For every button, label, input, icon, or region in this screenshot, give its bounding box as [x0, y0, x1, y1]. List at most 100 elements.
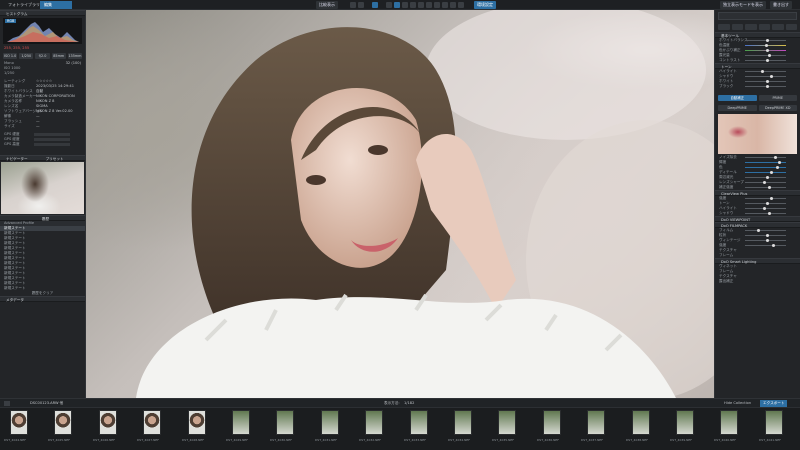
thumbnail[interactable] [632, 410, 650, 435]
clear-history-button[interactable]: 履歴をクリア [0, 291, 85, 296]
mode-aperture[interactable]: f/2.0 [35, 53, 50, 59]
view-mode-label: 表示方法: [384, 401, 400, 405]
thumbnail-label: DST_4027.NEF [137, 438, 160, 442]
perspective-icon[interactable] [426, 2, 432, 8]
thumbnail[interactable] [543, 410, 561, 435]
thumbnail[interactable] [232, 410, 250, 435]
thumbnail[interactable] [276, 410, 294, 435]
thumbnail[interactable] [454, 410, 472, 435]
thumbnail-label: DST_4028.NEF [182, 438, 205, 442]
histogram: RGB [3, 18, 82, 44]
tab-edit[interactable]: 編集 [40, 1, 72, 9]
tab-photo-library[interactable]: フォトライブラリ [4, 1, 44, 9]
repair-icon[interactable] [402, 2, 408, 8]
thumbnail-label: DST_4031.NEF [315, 438, 338, 442]
thumbnail[interactable] [143, 410, 161, 435]
local-icon[interactable] [785, 24, 797, 30]
detail-icon[interactable] [758, 24, 770, 30]
thumbnail[interactable] [10, 410, 28, 435]
filter-icon[interactable] [4, 401, 10, 406]
thumbnail[interactable] [99, 410, 117, 435]
preferences-button[interactable]: 環境設定 [474, 1, 496, 9]
tab-prime[interactable]: PRIME [758, 95, 797, 101]
color-icon[interactable] [745, 24, 757, 30]
exif-modes: ISO 1.0 1/250 f/2.0 85mm 135mm [0, 51, 85, 61]
gps-row: GPS 高度 [0, 142, 85, 147]
detail-row[interactable]: 補正強度 [715, 185, 800, 190]
horizon-icon[interactable] [418, 2, 424, 8]
hand-icon[interactable] [372, 2, 378, 8]
mode-lens[interactable]: 135mm [67, 53, 83, 59]
mode-focal[interactable]: 85mm [51, 53, 66, 59]
histogram-graph [7, 22, 79, 42]
thumbnail-label: DST_4037.NEF [581, 438, 604, 442]
rotate-icon[interactable] [458, 2, 464, 8]
favorite-icon[interactable] [718, 24, 730, 30]
navigator-preview[interactable] [1, 162, 84, 214]
histogram-header[interactable]: ヒストグラム [0, 10, 85, 16]
export-button[interactable]: 書き出す [770, 1, 792, 9]
left-panel: ヒストグラム RGB 255, 255, 255 ISO 1.0 1/250 f… [0, 10, 86, 398]
right-panel: 基本ツール ホワイトバランス 色温度 色かぶり補正 露光量 コントラスト トーン… [714, 10, 800, 398]
info-row: 1/250 [4, 71, 15, 75]
tab-auto-correct[interactable]: 自動補正 [718, 95, 757, 101]
thumbnail-label: DST_4039.NEF [670, 438, 693, 442]
denoise-tabs: 自動補正 PRIME [715, 93, 800, 103]
thumbnail[interactable] [587, 410, 605, 435]
deepprime-xd-option[interactable]: DeepPRIME XD [758, 105, 797, 111]
geometry-icon[interactable] [772, 24, 784, 30]
thumbnail[interactable] [188, 410, 206, 435]
navigator-header[interactable]: ナビゲーター プリセット [0, 155, 85, 161]
local-adjust-icon[interactable] [410, 2, 416, 8]
rgb-values: 255, 255, 255 [4, 46, 30, 50]
tone-row[interactable]: ブラック [715, 84, 800, 89]
zoom-icon[interactable] [386, 2, 392, 8]
hide-collection-button[interactable]: Hide Collection [724, 400, 751, 407]
thumbnail-label: DST_4038.NEF [626, 438, 649, 442]
basic-row[interactable]: コントラスト [715, 58, 800, 63]
main-image-viewer[interactable] [86, 10, 714, 398]
metadata-header[interactable]: メタデータ [0, 296, 85, 302]
eye-icon[interactable] [450, 2, 456, 8]
light-icon[interactable] [731, 24, 743, 30]
thumbnail-label: DST_4026.NEF [93, 438, 116, 442]
top-toolbar: フォトライブラリ 編集 比較表示 環境設定 独立表示モードを表示 書き出す [0, 0, 800, 10]
search-input[interactable] [718, 12, 797, 20]
mode-shutter[interactable]: 1/250 [19, 53, 34, 59]
watermark-icon[interactable] [434, 2, 440, 8]
thumbnail-label: DST_4035.NEF [492, 438, 515, 442]
thumbnail-label: DST_4025.NEF [48, 438, 71, 442]
deepprime-option[interactable]: DeepPRIME [718, 105, 757, 111]
grid-icon[interactable] [442, 2, 448, 8]
thumbnail-label: DST_4029.NEF [226, 438, 249, 442]
red-eye-icon[interactable] [394, 2, 400, 8]
thumbnail[interactable] [676, 410, 694, 435]
crop-icon[interactable] [350, 2, 356, 8]
filmstrip: DSC00123.ARW 他 表示方法: 1/182 Hide Collecti… [0, 398, 800, 450]
compare-button[interactable]: 比較表示 [316, 1, 338, 9]
image-count: 1/182 [404, 401, 415, 405]
straighten-icon[interactable] [358, 2, 364, 8]
thumbnail-label: DST_4040.NEF [714, 438, 737, 442]
export-disk-button[interactable]: エクスポート [760, 400, 788, 407]
thumbnail[interactable] [365, 410, 383, 435]
clear-row[interactable]: シャドウ [715, 211, 800, 216]
thumbnail[interactable] [765, 410, 783, 435]
thumbnail[interactable] [54, 410, 72, 435]
portrait-photo [136, 10, 714, 398]
film-row[interactable]: フレーム [715, 253, 800, 258]
filmstrip-toolbar: DSC00123.ARW 他 表示方法: 1/182 Hide Collecti… [0, 399, 800, 408]
mode-iso[interactable]: ISO 1.0 [3, 53, 18, 59]
bottom-row[interactable]: 露出補正 [715, 279, 800, 284]
thumbnail[interactable] [321, 410, 339, 435]
thumbnail[interactable] [410, 410, 428, 435]
thumbnail-label: DST_4036.NEF [537, 438, 560, 442]
thumbnail-label: DST_4033.NEF [404, 438, 427, 442]
thumbnail[interactable] [720, 410, 738, 435]
standalone-view-button[interactable]: 独立表示モードを表示 [720, 1, 766, 9]
info-row: サイズ — [4, 124, 40, 128]
loupe-preview[interactable] [718, 114, 797, 154]
rgb-readout: 255, 255, 255 [0, 46, 85, 51]
thumbnail[interactable] [498, 410, 516, 435]
presets-tab[interactable]: プリセット [46, 156, 64, 161]
